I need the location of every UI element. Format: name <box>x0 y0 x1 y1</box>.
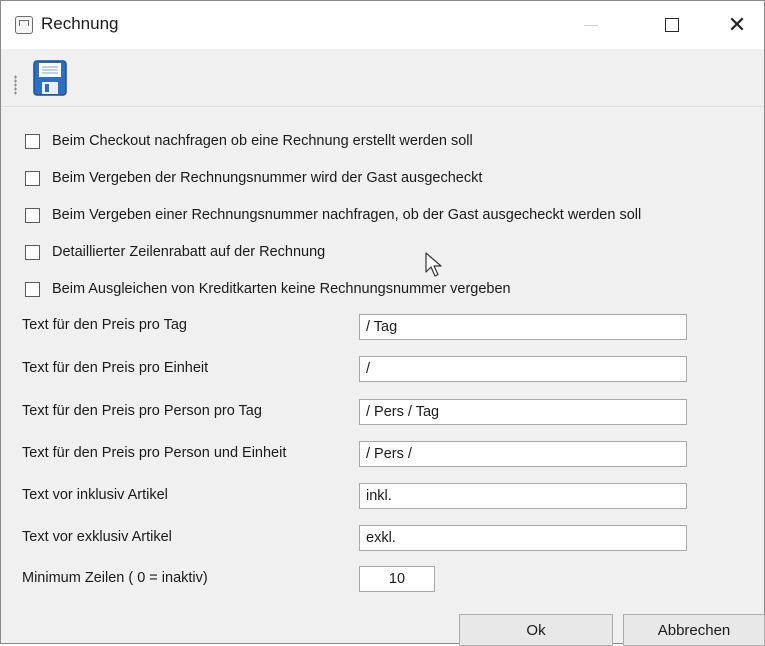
checkbox-row[interactable]: Beim Vergeben der Rechnungsnummer wird d… <box>25 168 482 188</box>
price-per-person-per-day-input[interactable] <box>359 399 687 425</box>
save-button[interactable] <box>25 55 75 101</box>
checkbox-row[interactable]: Beim Vergeben einer Rechnungsnummer nach… <box>25 205 641 225</box>
exclusive-article-input[interactable] <box>359 525 687 551</box>
field-label-price-per-person-per-unit: Text für den Preis pro Person und Einhei… <box>22 445 287 461</box>
field-label-inclusive-article: Text vor inklusiv Artikel <box>22 487 168 503</box>
checkbox-row[interactable]: Beim Ausgleichen von Kreditkarten keine … <box>25 279 511 299</box>
field-label-price-per-unit: Text für den Preis pro Einheit <box>22 360 209 376</box>
checkbox[interactable] <box>25 207 40 223</box>
toolbar-grip[interactable] <box>14 75 17 95</box>
minimize-button[interactable] <box>561 1 621 49</box>
floppy-disk-icon <box>33 60 67 96</box>
field-label-price-per-day: Text für den Preis pro Tag <box>22 317 187 333</box>
field-label-exclusive-article: Text vor exklusiv Artikel <box>22 529 172 545</box>
settings-panel: Beim Checkout nachfragen ob eine Rechnun… <box>1 107 765 646</box>
checkbox[interactable] <box>25 244 40 260</box>
checkbox[interactable] <box>25 170 40 186</box>
maximize-button[interactable] <box>642 1 702 49</box>
field-label-price-per-person-per-day: Text für den Preis pro Person pro Tag <box>22 403 262 419</box>
ok-button[interactable]: Ok <box>459 614 613 646</box>
checkbox[interactable] <box>25 133 40 149</box>
close-button[interactable]: ✕ <box>707 1 765 49</box>
inclusive-article-input[interactable] <box>359 483 687 509</box>
checkbox[interactable] <box>25 281 40 297</box>
maximize-icon <box>665 18 679 32</box>
dialog-window: Rechnung ✕ Beim Checkout nachfragen ob e… <box>0 0 765 646</box>
window-title: Rechnung <box>41 14 119 33</box>
app-icon <box>15 16 33 34</box>
checkbox-label: Beim Vergeben einer Rechnungsnummer nach… <box>52 207 642 223</box>
checkbox-row[interactable]: Beim Checkout nachfragen ob eine Rechnun… <box>25 131 473 151</box>
checkbox-label: Detaillierter Zeilenrabatt auf der Rechn… <box>52 244 326 260</box>
checkbox-row[interactable]: Detaillierter Zeilenrabatt auf der Rechn… <box>25 242 325 262</box>
checkbox-label: Beim Ausgleichen von Kreditkarten keine … <box>52 281 511 297</box>
mouse-cursor-icon <box>425 252 442 277</box>
checkbox-label: Beim Checkout nachfragen ob eine Rechnun… <box>52 133 473 149</box>
checkbox-label: Beim Vergeben der Rechnungsnummer wird d… <box>52 170 483 186</box>
minimize-icon <box>584 24 598 26</box>
toolbar <box>1 50 764 107</box>
title-bar: Rechnung ✕ <box>1 1 764 49</box>
cancel-button[interactable]: Abbrechen <box>623 614 765 646</box>
field-label-minimum-rows: Minimum Zeilen ( 0 = inaktiv) <box>22 570 208 586</box>
price-per-person-per-unit-input[interactable] <box>359 441 687 467</box>
close-icon: ✕ <box>727 12 747 37</box>
minimum-rows-input[interactable] <box>359 566 435 592</box>
price-per-unit-input[interactable] <box>359 356 687 382</box>
price-per-day-input[interactable] <box>359 314 687 340</box>
